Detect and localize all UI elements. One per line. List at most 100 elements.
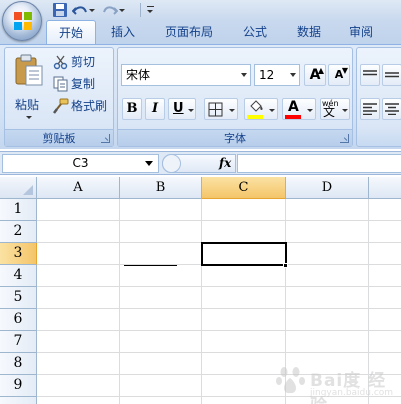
column-header-b[interactable]: B (120, 177, 202, 199)
format-painter-button[interactable]: 格式刷 (53, 96, 115, 116)
cell[interactable] (202, 287, 286, 309)
cell[interactable] (120, 287, 202, 309)
customize-qat-icon[interactable] (146, 2, 156, 18)
shrink-font-button[interactable]: A ▼ (328, 64, 350, 86)
copy-button[interactable]: 复制 (53, 74, 113, 94)
cell[interactable] (286, 309, 369, 331)
cell[interactable] (286, 331, 369, 353)
cell[interactable] (369, 287, 401, 309)
formula-input[interactable] (237, 154, 401, 173)
font-color-button[interactable]: A (282, 98, 316, 120)
column-header-e[interactable] (369, 177, 401, 199)
redo-icon[interactable] (102, 2, 119, 18)
row-header-10[interactable] (0, 397, 37, 404)
paste-button[interactable]: 粘贴 (9, 52, 49, 124)
fill-color-dropdown-icon[interactable] (269, 109, 275, 112)
column-header-a[interactable]: A (37, 177, 120, 199)
cell[interactable] (369, 331, 401, 353)
cell[interactable] (37, 287, 120, 309)
tab-insert[interactable]: 插入 (100, 20, 146, 44)
cell[interactable] (369, 221, 401, 243)
cell[interactable] (37, 265, 120, 287)
font-name-combo[interactable]: 宋体 (121, 64, 251, 86)
cut-button[interactable]: 剪切 (53, 52, 113, 72)
cell[interactable] (120, 331, 202, 353)
borders-button[interactable] (204, 98, 238, 120)
row-header-2[interactable]: 2 (0, 221, 37, 243)
name-box-dropdown-icon[interactable] (145, 161, 153, 166)
tab-data[interactable]: 数据 (284, 20, 334, 44)
cell[interactable] (202, 221, 286, 243)
cell[interactable] (37, 353, 120, 375)
cell[interactable] (37, 375, 120, 397)
cell[interactable] (37, 243, 120, 265)
cell[interactable] (37, 221, 120, 243)
office-button[interactable] (2, 1, 42, 41)
cell[interactable] (120, 221, 202, 243)
expand-formula-icon[interactable] (162, 154, 181, 173)
tab-home[interactable]: 开始 (46, 20, 96, 44)
cell[interactable] (37, 397, 120, 404)
cell[interactable] (202, 309, 286, 331)
row-header-7[interactable]: 7 (0, 331, 37, 353)
tab-review[interactable]: 审阅 (338, 20, 384, 44)
align-center-button[interactable] (382, 98, 401, 120)
clipboard-launcher-icon[interactable] (101, 134, 110, 143)
insert-function-button[interactable]: fx (219, 155, 231, 172)
cell[interactable] (120, 199, 202, 221)
undo-dropdown-icon[interactable] (88, 2, 96, 18)
cell[interactable] (369, 199, 401, 221)
cell[interactable] (120, 397, 202, 404)
cell[interactable] (369, 309, 401, 331)
bold-button[interactable]: B (122, 98, 142, 120)
row-header-8[interactable]: 8 (0, 353, 37, 375)
font-name-dropdown-icon[interactable] (241, 73, 247, 77)
name-box[interactable]: C3 (2, 154, 159, 173)
redo-dropdown-icon[interactable] (118, 2, 126, 18)
borders-dropdown-icon[interactable] (229, 109, 235, 112)
underline-button[interactable]: U (168, 98, 196, 120)
font-size-combo[interactable]: 12 (254, 64, 300, 86)
column-header-c[interactable]: C (202, 177, 286, 199)
cell[interactable] (37, 331, 120, 353)
row-header-3[interactable]: 3 (0, 243, 37, 265)
underline-dropdown-icon[interactable] (188, 109, 194, 112)
save-icon[interactable] (52, 2, 68, 18)
row-header-1[interactable]: 1 (0, 199, 37, 221)
cell[interactable] (120, 309, 202, 331)
cell[interactable] (286, 243, 369, 265)
grow-font-button[interactable]: A ▲ (304, 64, 326, 86)
cell[interactable] (286, 265, 369, 287)
row-header-5[interactable]: 5 (0, 287, 37, 309)
cell[interactable] (37, 309, 120, 331)
undo-icon[interactable] (71, 2, 88, 18)
cell[interactable] (369, 265, 401, 287)
column-header-d[interactable]: D (286, 177, 369, 199)
row-header-6[interactable]: 6 (0, 309, 37, 331)
cell[interactable] (202, 199, 286, 221)
align-top-button[interactable] (360, 64, 380, 86)
cell[interactable] (120, 243, 202, 265)
cell[interactable] (286, 199, 369, 221)
font-color-dropdown-icon[interactable] (307, 109, 313, 112)
cell[interactable] (120, 353, 202, 375)
cell[interactable] (202, 243, 286, 265)
fill-handle[interactable] (283, 263, 288, 268)
cell[interactable] (202, 331, 286, 353)
cell[interactable] (286, 287, 369, 309)
cell[interactable] (202, 265, 286, 287)
fill-color-button[interactable] (244, 98, 278, 120)
cell[interactable] (120, 375, 202, 397)
font-launcher-icon[interactable] (340, 134, 349, 143)
cell[interactable] (120, 265, 202, 287)
select-all-button[interactable] (0, 177, 37, 199)
font-size-dropdown-icon[interactable] (290, 73, 296, 77)
cell[interactable] (369, 243, 401, 265)
phonetic-dropdown-icon[interactable] (342, 109, 348, 112)
align-middle-button[interactable] (382, 64, 401, 86)
tab-formulas[interactable]: 公式 (230, 20, 280, 44)
italic-button[interactable]: I (145, 98, 165, 120)
row-header-4[interactable]: 4 (0, 265, 37, 287)
cell[interactable] (37, 199, 120, 221)
row-header-9[interactable]: 9 (0, 375, 37, 397)
